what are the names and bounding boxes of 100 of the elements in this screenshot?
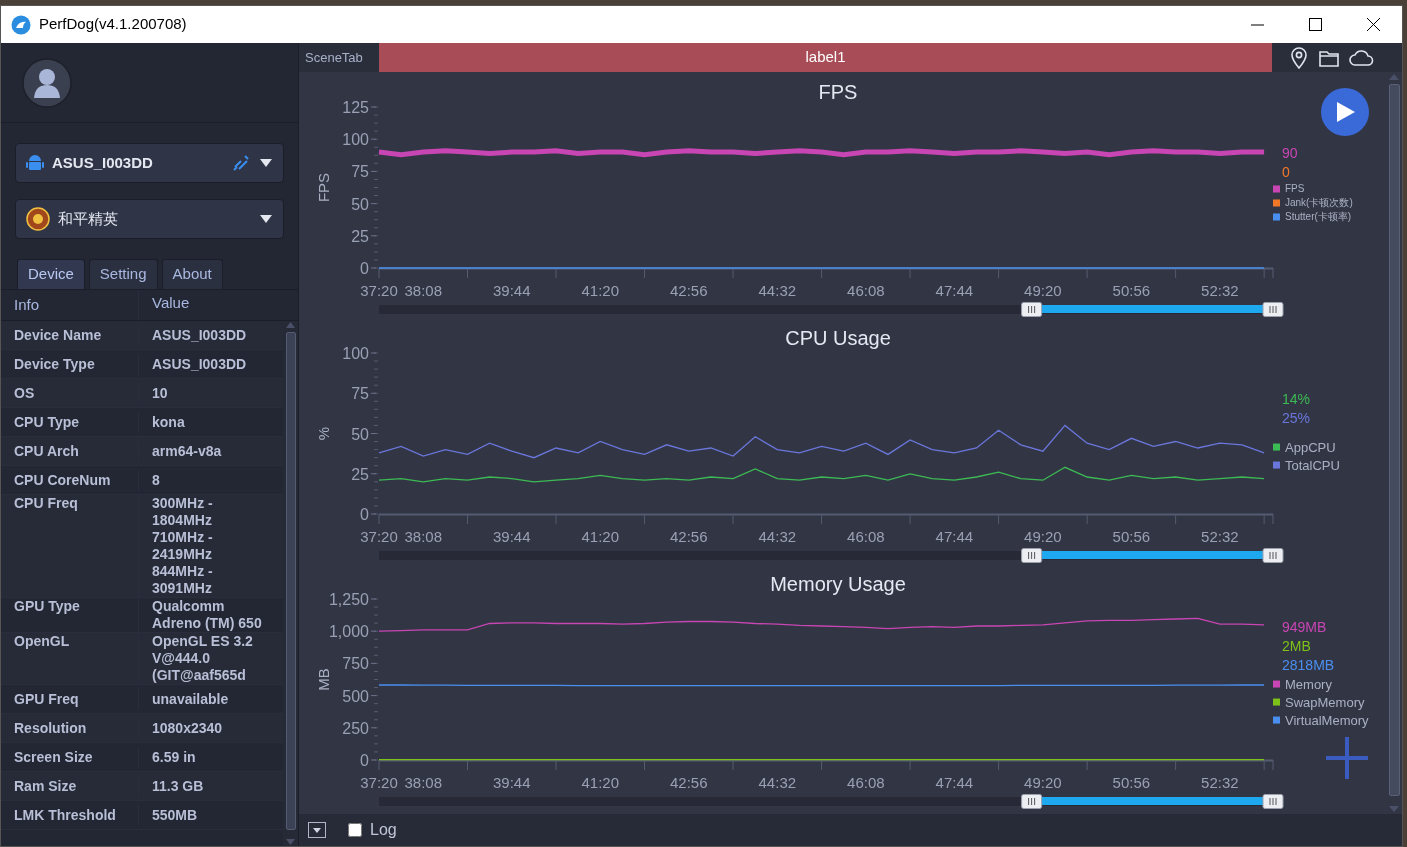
tick-label: 0 bbox=[360, 506, 369, 523]
tick-label: 38:08 bbox=[404, 528, 443, 545]
tick-label: 46:08 bbox=[847, 774, 885, 791]
legend-item: Jank(卡顿次数) bbox=[1273, 197, 1353, 208]
table-cell: OpenGL bbox=[1, 633, 139, 684]
tick-label: 1,250 bbox=[328, 591, 369, 608]
tick-label: 52:32 bbox=[1201, 774, 1239, 791]
table-cell-text: OpenGL ES 3.2 V@444.0 (GIT@aaf565d bbox=[151, 633, 254, 684]
avatar-icon[interactable] bbox=[22, 57, 72, 108]
axis-title: FPS bbox=[315, 172, 332, 203]
tick-label: 46:08 bbox=[847, 528, 885, 545]
slider-handle[interactable] bbox=[1262, 548, 1284, 563]
sidebar-tab[interactable]: Device bbox=[17, 259, 85, 289]
table-cell: OS bbox=[1, 382, 139, 404]
legend-item: SwapMemory bbox=[1273, 695, 1365, 710]
table-cell-text: unavailable bbox=[151, 690, 230, 708]
chart-title: FPS bbox=[818, 81, 858, 103]
legend-label: Stutter(卡顿率) bbox=[1285, 211, 1352, 222]
column-header: Value bbox=[151, 292, 191, 313]
table-cell: Screen Size bbox=[1, 746, 139, 768]
tick-label: 75 bbox=[351, 385, 369, 403]
tick-label: 44:32 bbox=[758, 282, 797, 299]
chart-title: Memory Usage bbox=[770, 573, 906, 595]
legend-label: FPS bbox=[1285, 183, 1305, 194]
table-cell: GPU Freq bbox=[1, 688, 139, 710]
scrollbar-thumb[interactable] bbox=[1388, 84, 1400, 796]
tick-label: 500 bbox=[342, 687, 369, 705]
legend-item: Stutter(卡顿率) bbox=[1273, 211, 1352, 222]
legend-label: TotalCPU bbox=[1285, 458, 1340, 473]
tick-label: 52:32 bbox=[1201, 282, 1239, 299]
slider-handle[interactable] bbox=[1262, 794, 1284, 809]
checkbox-label: Log bbox=[370, 820, 397, 840]
chart-title: CPU Usage bbox=[785, 327, 891, 349]
tick-label: 44:32 bbox=[758, 528, 797, 545]
tick-label: 37:20 bbox=[360, 774, 398, 791]
tick-label: 37:20 bbox=[360, 528, 398, 545]
legend-item: Memory bbox=[1273, 677, 1332, 692]
axis-title: MB bbox=[315, 668, 332, 691]
collapse-toggle-button[interactable] bbox=[308, 822, 326, 838]
tick-label: 49:20 bbox=[1024, 528, 1062, 545]
app-logo-icon bbox=[11, 14, 31, 35]
android-icon bbox=[26, 153, 44, 173]
table-cell-text: kona bbox=[151, 413, 186, 431]
table-cell-text: 10 bbox=[151, 384, 169, 402]
table-cell: LMK Threshold bbox=[1, 804, 139, 826]
table-cell-text: 300MHz - 1804MHz 710MHz - 2419MHz 844MHz - 3091MHz bbox=[151, 495, 214, 597]
series-readout: 2MB bbox=[1282, 638, 1311, 654]
sidebar-tab[interactable]: Setting bbox=[88, 259, 158, 289]
scrollbar-thumb[interactable] bbox=[285, 332, 296, 830]
play-icon bbox=[1334, 100, 1356, 124]
tick-label: 38:08 bbox=[404, 282, 443, 299]
tick-label: 38:08 bbox=[404, 774, 443, 791]
tick-label: 52:32 bbox=[1201, 528, 1239, 545]
log-checkbox[interactable] bbox=[348, 823, 362, 837]
tick-label: 1,000 bbox=[328, 623, 369, 641]
sidebar-tab[interactable]: About bbox=[161, 259, 223, 289]
app-dropdown[interactable]: 和平精英 bbox=[15, 199, 284, 239]
window-title: PerfDog(v4.1.200708) bbox=[39, 14, 187, 35]
caret-icon bbox=[312, 826, 322, 834]
series-readout: 25% bbox=[1282, 410, 1311, 426]
table-cell: CPU Freq bbox=[1, 495, 139, 597]
table-cell-text: 6.59 in bbox=[151, 748, 197, 766]
table-cell-text: 11.3 GB bbox=[151, 777, 205, 795]
tick-label: 42:56 bbox=[670, 528, 708, 545]
minimize-icon bbox=[1250, 23, 1264, 26]
tick-label: 750 bbox=[342, 655, 369, 673]
tick-label: 50:56 bbox=[1112, 528, 1151, 545]
tick-label: 46:08 bbox=[847, 282, 885, 299]
series-readout: 949MB bbox=[1282, 619, 1327, 635]
play-button[interactable] bbox=[1321, 88, 1369, 136]
tick-label: 41:20 bbox=[581, 282, 620, 299]
slider-handle[interactable] bbox=[1021, 794, 1043, 809]
tick-label: 42:56 bbox=[670, 282, 708, 299]
table-cell: CPU Type bbox=[1, 411, 139, 433]
series-readout: 0 bbox=[1282, 164, 1290, 180]
tick-label: 44:32 bbox=[758, 774, 797, 791]
location-pin-icon[interactable] bbox=[1288, 46, 1310, 69]
column-header: Info bbox=[1, 289, 139, 320]
tick-label: 0 bbox=[360, 260, 369, 277]
scene-label-tab[interactable]: label1 bbox=[379, 43, 1272, 72]
table-cell: Resolution bbox=[1, 717, 139, 739]
table-cell: CPU CoreNum bbox=[1, 469, 139, 491]
tick-label: 41:20 bbox=[581, 774, 620, 791]
device-dropdown[interactable]: ASUS_I003DD bbox=[15, 143, 284, 183]
slider-handle[interactable] bbox=[1262, 302, 1284, 317]
table-cell: GPU Type bbox=[1, 598, 139, 632]
slider-handle[interactable] bbox=[1021, 548, 1043, 563]
tick-label: 50 bbox=[351, 425, 369, 443]
tick-label: 47:44 bbox=[935, 774, 974, 791]
tick-label: 47:44 bbox=[935, 528, 974, 545]
table-cell: CPU Arch bbox=[1, 440, 139, 462]
table-cell: Device Name bbox=[1, 324, 139, 346]
tick-label: 49:20 bbox=[1024, 774, 1062, 791]
legend-item: TotalCPU bbox=[1273, 458, 1340, 473]
legend-item: VirtualMemory bbox=[1273, 713, 1369, 728]
tick-label: 41:20 bbox=[581, 528, 620, 545]
table-cell: Device Type bbox=[1, 353, 139, 375]
slider-handle[interactable] bbox=[1021, 302, 1043, 317]
table-cell-text: ASUS_I003DD bbox=[151, 355, 248, 373]
table-cell-text: arm64-v8a bbox=[151, 442, 223, 460]
